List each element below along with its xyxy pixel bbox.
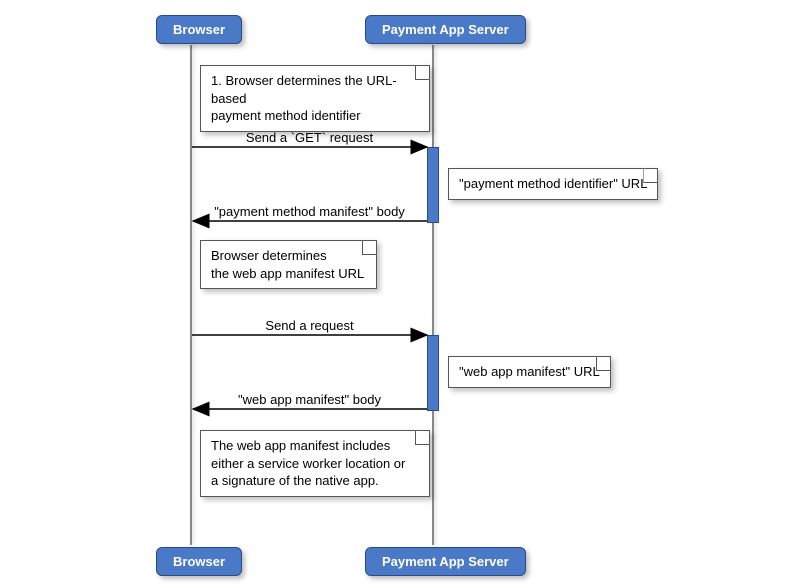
note-4: "web app manifest" URL bbox=[448, 356, 611, 388]
lifeline-browser bbox=[190, 45, 192, 545]
message-label-1: Send a `GET` request bbox=[192, 130, 427, 145]
participant-browser-bottom: Browser bbox=[156, 547, 242, 576]
msg-text: "payment method manifest" body bbox=[214, 204, 405, 219]
note-text: Browser determines the web app manifest … bbox=[211, 248, 364, 281]
msg-text: Send a `GET` request bbox=[246, 130, 373, 145]
activation-server-1 bbox=[427, 147, 439, 223]
activation-server-2 bbox=[427, 335, 439, 411]
participant-label: Browser bbox=[173, 22, 225, 37]
lifeline-server bbox=[432, 45, 434, 545]
message-label-4: "web app manifest" body bbox=[192, 392, 427, 407]
note-text: "web app manifest" URL bbox=[459, 364, 600, 379]
msg-text: Send a request bbox=[265, 318, 353, 333]
participant-browser-top: Browser bbox=[156, 15, 242, 44]
participant-server-bottom: Payment App Server bbox=[365, 547, 526, 576]
participant-server-top: Payment App Server bbox=[365, 15, 526, 44]
participant-label: Payment App Server bbox=[382, 22, 509, 37]
note-2: "payment method identifier" URL bbox=[448, 168, 658, 200]
note-1: 1. Browser determines the URL-based paym… bbox=[200, 65, 430, 132]
sequence-diagram: Browser Payment App Server Browser Payme… bbox=[0, 0, 800, 587]
note-3: Browser determines the web app manifest … bbox=[200, 240, 377, 289]
message-label-2: "payment method manifest" body bbox=[192, 204, 427, 219]
participant-label: Payment App Server bbox=[382, 554, 509, 569]
message-label-3: Send a request bbox=[192, 318, 427, 333]
note-text: The web app manifest includes either a s… bbox=[211, 438, 405, 488]
note-5: The web app manifest includes either a s… bbox=[200, 430, 430, 497]
msg-text: "web app manifest" body bbox=[238, 392, 381, 407]
note-text: "payment method identifier" URL bbox=[459, 176, 647, 191]
participant-label: Browser bbox=[173, 554, 225, 569]
note-text: 1. Browser determines the URL-based paym… bbox=[211, 73, 397, 123]
